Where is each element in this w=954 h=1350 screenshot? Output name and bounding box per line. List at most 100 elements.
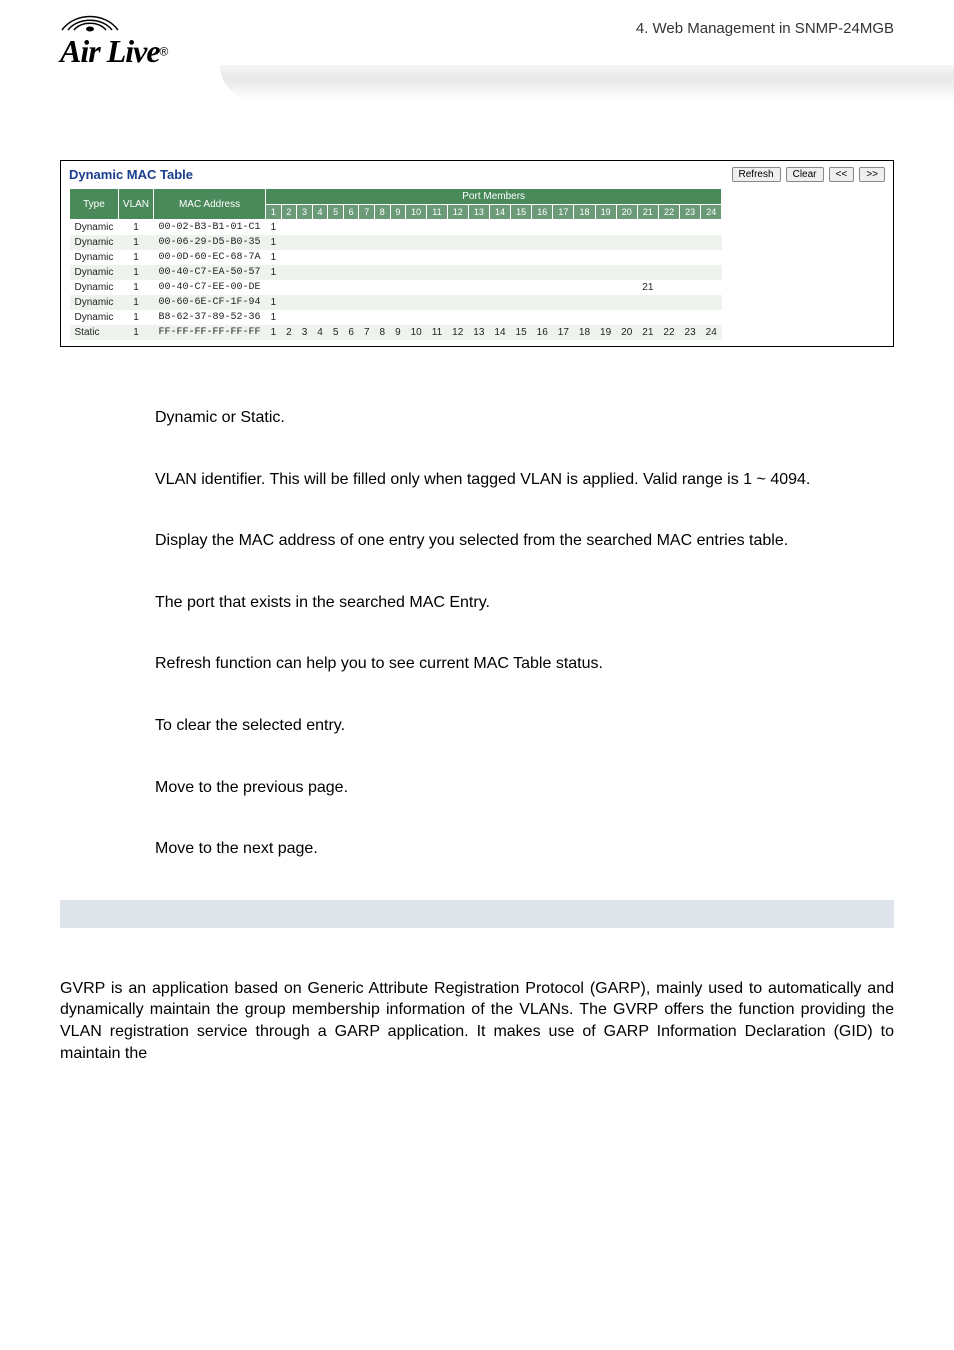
port-col-6: 6 (343, 205, 359, 220)
cell-type: Dynamic (70, 220, 119, 236)
cell-port (297, 295, 313, 310)
cell-port (312, 310, 328, 325)
cell-port (375, 310, 391, 325)
port-col-9: 9 (390, 205, 406, 220)
cell-port: 19 (595, 325, 616, 340)
cell-port (375, 250, 391, 265)
port-col-13: 13 (468, 205, 489, 220)
table-row: Dynamic100-0D-60-EC-68-7A1 (70, 250, 722, 265)
brand-name: Air Live (60, 33, 160, 69)
refresh-button[interactable]: Refresh (732, 167, 781, 182)
prev-button[interactable]: << (829, 167, 855, 182)
cell-port (328, 280, 344, 295)
port-col-17: 17 (553, 205, 574, 220)
cell-port (574, 310, 595, 325)
cell-vlan: 1 (118, 295, 153, 310)
cell-port (658, 280, 679, 295)
cell-port (447, 220, 468, 236)
gvrp-paragraph: GVRP is an application based on Generic … (60, 978, 894, 1064)
port-col-14: 14 (489, 205, 510, 220)
cell-port (427, 235, 447, 250)
cell-port: 20 (616, 325, 637, 340)
cell-port (616, 280, 637, 295)
cell-port: 6 (343, 325, 359, 340)
cell-port: 16 (532, 325, 553, 340)
cell-port (468, 310, 489, 325)
def-clear: To clear the selected entry. (155, 715, 859, 737)
cell-vlan: 1 (118, 265, 153, 280)
cell-port (390, 265, 406, 280)
cell-port (297, 250, 313, 265)
cell-port: 1 (266, 220, 282, 236)
cell-port (574, 280, 595, 295)
cell-port (343, 295, 359, 310)
cell-port (511, 310, 532, 325)
cell-port (468, 280, 489, 295)
cell-port: 11 (427, 325, 447, 340)
clear-button[interactable]: Clear (786, 167, 824, 182)
cell-port (328, 235, 344, 250)
cell-port (266, 280, 282, 295)
cell-port (359, 220, 375, 236)
table-row: Dynamic100-02-B3-B1-01-C11 (70, 220, 722, 236)
cell-port (489, 220, 510, 236)
cell-port (328, 265, 344, 280)
cell-port (574, 265, 595, 280)
cell-port (427, 295, 447, 310)
cell-port (553, 280, 574, 295)
cell-port (553, 250, 574, 265)
table-row: Dynamic1B8-62-37-89-52-361 (70, 310, 722, 325)
cell-port (532, 310, 553, 325)
cell-port (553, 265, 574, 280)
cell-port: 2 (281, 325, 297, 340)
cell-port (680, 310, 701, 325)
cell-port: 10 (406, 325, 427, 340)
cell-port (637, 295, 658, 310)
cell-port (359, 235, 375, 250)
cell-port (574, 235, 595, 250)
cell-vlan: 1 (118, 325, 153, 340)
port-col-4: 4 (312, 205, 328, 220)
cell-port: 1 (266, 310, 282, 325)
cell-port (637, 250, 658, 265)
cell-port (312, 280, 328, 295)
mac-table-head: Type VLAN MAC Address Port Members 12345… (70, 189, 722, 220)
cell-port: 21 (637, 280, 658, 295)
port-col-8: 8 (375, 205, 391, 220)
cell-port (616, 265, 637, 280)
cell-port (343, 235, 359, 250)
table-row: Dynamic100-60-6E-CF-1F-941 (70, 295, 722, 310)
cell-port (281, 310, 297, 325)
cell-port (532, 265, 553, 280)
col-type: Type (70, 189, 119, 220)
cell-port (616, 235, 637, 250)
table-row: Dynamic100-06-29-D5-B0-351 (70, 235, 722, 250)
port-col-15: 15 (511, 205, 532, 220)
cell-port (468, 265, 489, 280)
section-bar (60, 900, 894, 928)
def-next: Move to the next page. (155, 838, 859, 860)
cell-port (359, 280, 375, 295)
cell-mac: 00-0D-60-EC-68-7A (154, 250, 266, 265)
cell-port (595, 265, 616, 280)
cell-port (637, 220, 658, 236)
cell-type: Dynamic (70, 265, 119, 280)
cell-port (595, 235, 616, 250)
cell-port (375, 265, 391, 280)
cell-port (489, 295, 510, 310)
cell-port (553, 220, 574, 236)
cell-port (390, 250, 406, 265)
port-col-18: 18 (574, 205, 595, 220)
cell-port: 15 (511, 325, 532, 340)
cell-port: 1 (266, 250, 282, 265)
next-button[interactable]: >> (859, 167, 885, 182)
cell-port (312, 265, 328, 280)
cell-mac: 00-40-C7-EA-50-57 (154, 265, 266, 280)
cell-port (375, 280, 391, 295)
mac-table-title: Dynamic MAC Table (69, 167, 193, 182)
cell-port (658, 310, 679, 325)
cell-type: Dynamic (70, 235, 119, 250)
port-col-1: 1 (266, 205, 282, 220)
cell-port (406, 265, 427, 280)
cell-port (297, 310, 313, 325)
